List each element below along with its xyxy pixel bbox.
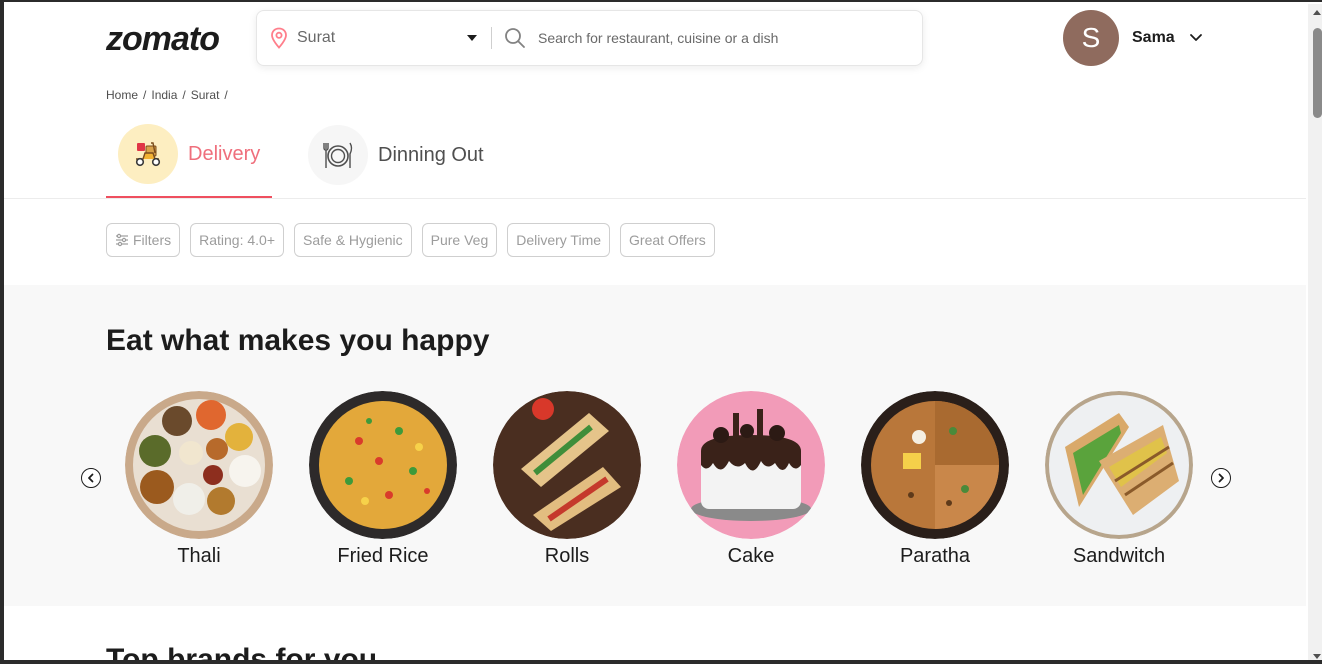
chevron-right-icon — [1218, 473, 1224, 483]
food-item-rolls[interactable]: Rolls — [493, 391, 641, 568]
food-label: Cake — [727, 545, 775, 567]
avatar[interactable]: S — [1063, 10, 1119, 66]
username[interactable]: Sama — [1132, 29, 1175, 47]
filter-pure-veg[interactable]: Pure Veg — [421, 223, 498, 257]
breadcrumb-separator: / — [182, 88, 186, 102]
section-title: Eat what makes you happy — [106, 324, 490, 357]
search-input[interactable] — [538, 30, 918, 46]
scrollbar-thumb[interactable] — [1313, 28, 1322, 118]
food-item-cake[interactable]: Cake — [677, 391, 825, 568]
breadcrumb-home[interactable]: Home — [106, 88, 138, 102]
fried-rice-image — [309, 391, 457, 539]
caret-down-icon — [467, 35, 477, 41]
food-label: Fried Rice — [337, 545, 429, 567]
filter-rating[interactable]: Rating: 4.0+ — [190, 223, 285, 257]
search-bar: Surat — [256, 10, 923, 66]
location-text: Surat — [297, 29, 336, 46]
filters-button[interactable]: Filters — [106, 223, 181, 257]
top-brands-title: Top brands for you — [106, 643, 378, 664]
scrollbar[interactable] — [1308, 4, 1322, 660]
profile-menu[interactable]: S Sama — [1063, 10, 1203, 66]
food-label: Thali — [177, 545, 221, 567]
food-item-fried-rice[interactable]: Fried Rice — [309, 391, 457, 568]
cake-image — [677, 391, 825, 539]
chevron-down-icon[interactable] — [1189, 33, 1203, 43]
scroll-down-arrow-icon[interactable] — [1313, 654, 1321, 659]
food-label: Paratha — [899, 545, 971, 567]
delivery-scooter-icon — [118, 124, 178, 184]
zomato-logo[interactable]: zomato — [106, 20, 220, 59]
carousel-prev-button[interactable] — [81, 468, 101, 488]
location-pin-icon — [271, 27, 287, 49]
breadcrumb-separator: / — [224, 88, 228, 102]
food-item-sandwitch[interactable]: Sandwitch — [1045, 391, 1193, 568]
food-item-thali[interactable]: Thali — [125, 391, 273, 568]
food-label: Sandwitch — [1072, 545, 1166, 567]
food-item-paratha[interactable]: Paratha — [861, 391, 1009, 568]
tab-delivery-label: Delivery — [188, 142, 261, 165]
tab-delivery[interactable]: Delivery — [106, 112, 272, 198]
thali-image — [125, 391, 273, 539]
breadcrumb-separator: / — [143, 88, 147, 102]
search-divider — [491, 27, 492, 49]
rolls-image — [493, 391, 641, 539]
dining-plate-icon — [308, 125, 368, 185]
tab-dining-out-label: Dinning Out — [378, 143, 484, 166]
scroll-up-arrow-icon[interactable] — [1313, 10, 1321, 15]
breadcrumb-india[interactable]: India — [151, 88, 177, 102]
carousel-next-button[interactable] — [1211, 468, 1231, 488]
page: zomato Surat S Sama Home / India / Surat… — [4, 2, 1306, 664]
breadcrumb: Home / India / Surat / — [106, 88, 228, 102]
tabs-divider — [4, 198, 1306, 199]
tab-dining-out[interactable]: Dinning Out — [308, 112, 484, 198]
tab-bar: Delivery Dinning Out — [106, 112, 484, 198]
filter-great-offers[interactable]: Great Offers — [620, 223, 715, 257]
chevron-left-icon — [88, 473, 94, 483]
browser-window: zomato Surat S Sama Home / India / Surat… — [0, 0, 1322, 664]
filter-delivery-time[interactable]: Delivery Time — [507, 223, 611, 257]
filters-label: Filters — [133, 232, 172, 248]
filter-safe-hygienic[interactable]: Safe & Hygienic — [294, 223, 412, 257]
paratha-image — [861, 391, 1009, 539]
filter-bar: Filters Rating: 4.0+ Safe & Hygienic Pur… — [106, 223, 715, 257]
search-icon — [505, 28, 525, 48]
sliders-icon — [116, 233, 128, 247]
breadcrumb-surat[interactable]: Surat — [191, 88, 220, 102]
food-label: Rolls — [544, 545, 590, 567]
location-selector[interactable]: Surat — [257, 11, 491, 65]
food-category-section: Eat what makes you happy Thali Fried Ric… — [4, 285, 1306, 606]
sandwitch-image — [1045, 391, 1193, 539]
